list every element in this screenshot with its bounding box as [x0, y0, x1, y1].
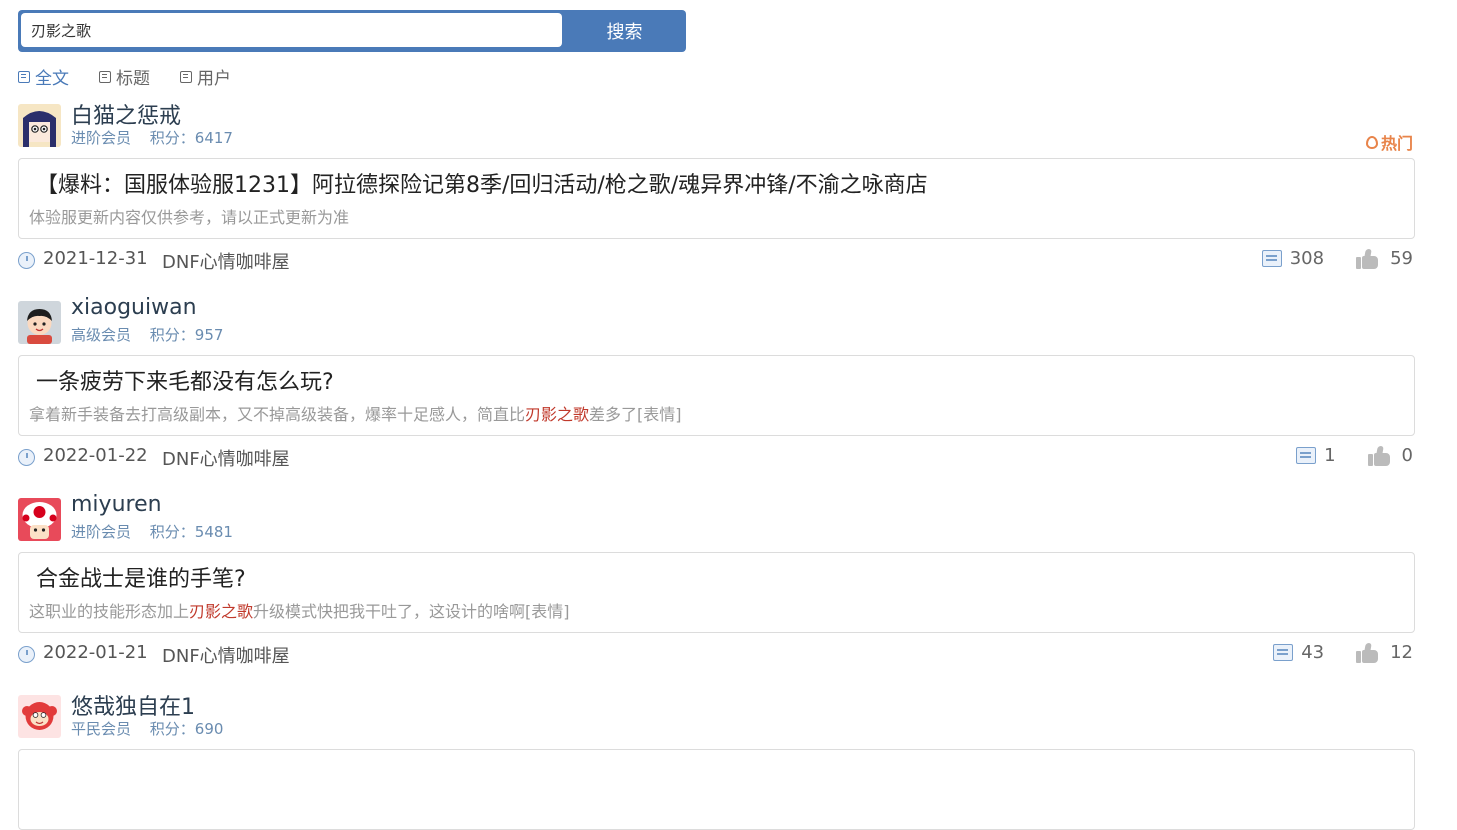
excerpt-text: 体验服更新内容仅供参考，请以正式更新为准	[29, 208, 350, 227]
thumbs-up-icon	[1356, 642, 1379, 663]
username[interactable]: xiaoguiwan	[71, 295, 197, 320]
post-stats: 43 12	[1241, 642, 1413, 663]
clock-icon	[18, 252, 35, 269]
user-meta: 平民会员 积分：690	[71, 718, 223, 739]
post-item: 悠哉独自在1 平民会员 积分：690	[18, 693, 1415, 830]
excerpt-text: 差多了[表情]	[589, 405, 682, 424]
comment-count[interactable]: 1	[1296, 445, 1336, 466]
post-author: 悠哉独自在1 平民会员 积分：690	[18, 693, 1415, 739]
clock-icon	[18, 449, 35, 466]
user-level: 进阶会员	[71, 523, 132, 541]
post-card[interactable]: 一条疲劳下来毛都没有怎么玩? 拿着新手装备去打高级副本，又不掉高级装备，爆率十足…	[18, 355, 1415, 436]
user-points: 积分：957	[149, 326, 224, 344]
post-author: 白猫之惩戒 进阶会员 积分：6417 热门	[18, 102, 1415, 153]
user-level: 进阶会员	[71, 129, 132, 147]
post-excerpt: 拿着新手装备去打高级副本，又不掉高级装备，爆率十足感人，简直比刃影之歌差多了[表…	[29, 401, 682, 425]
user-points: 积分：5481	[149, 523, 233, 541]
avatar[interactable]	[18, 695, 61, 738]
thumbs-up-icon	[1367, 445, 1390, 466]
user-meta: 进阶会员 积分：5481	[71, 521, 233, 542]
avatar[interactable]	[18, 104, 61, 147]
excerpt-highlight: 刃影之歌	[525, 405, 590, 424]
username[interactable]: 白猫之惩戒	[71, 98, 181, 130]
post-title[interactable]: 一条疲劳下来毛都没有怎么玩?	[36, 364, 334, 396]
hot-label: 热门	[1380, 134, 1413, 153]
comment-icon	[1296, 447, 1317, 464]
user-level: 平民会员	[71, 720, 132, 738]
excerpt-highlight: 刃影之歌	[189, 602, 254, 621]
avatar[interactable]	[18, 498, 61, 541]
like-number: 0	[1401, 445, 1413, 466]
fulltext-icon	[18, 70, 30, 83]
user-meta: 进阶会员 积分：6417	[71, 127, 233, 148]
like-count[interactable]: 0	[1367, 445, 1413, 466]
post-item: miyuren 进阶会员 积分：5481 合金战士是谁的手笔? 这职业的技能形态…	[18, 492, 1415, 677]
post-title[interactable]: 合金战士是谁的手笔?	[36, 561, 246, 593]
like-number: 59	[1390, 248, 1413, 269]
excerpt-text: 升级模式快把我干吐了，这设计的啥啊[表情]	[253, 602, 570, 621]
username[interactable]: 悠哉独自在1	[71, 689, 195, 721]
post-footer: 2022-01-22 DNF心情咖啡屋 1 0	[18, 436, 1415, 480]
post-date: 2022-01-22	[43, 445, 148, 466]
post-stats: 1 0	[1264, 445, 1413, 466]
post-excerpt: 这职业的技能形态加上刃影之歌升级模式快把我干吐了，这设计的啥啊[表情]	[29, 598, 570, 622]
post-card[interactable]: 合金战士是谁的手笔? 这职业的技能形态加上刃影之歌升级模式快把我干吐了，这设计的…	[18, 552, 1415, 633]
user-icon	[180, 70, 192, 83]
tab-label: 全文	[35, 69, 69, 89]
excerpt-text: 拿着新手装备去打高级副本，又不掉高级装备，爆率十足感人，简直比	[29, 405, 526, 424]
hot-badge: 热门	[1365, 130, 1413, 154]
post-date: 2022-01-21	[43, 642, 148, 663]
search-type-tabs: 全文 标题 用户	[18, 64, 261, 89]
comment-number: 308	[1289, 248, 1325, 269]
excerpt-text: 这职业的技能形态加上	[29, 602, 190, 621]
post-stats: 308 59	[1230, 248, 1413, 269]
post-author: miyuren 进阶会员 积分：5481	[18, 492, 1415, 542]
tab-label: 用户	[197, 69, 231, 89]
tab-user[interactable]: 用户	[180, 64, 231, 89]
search-button[interactable]: 搜索	[566, 13, 683, 49]
user-points: 积分：690	[149, 720, 224, 738]
post-title[interactable]: 【爆料：国服体验服1231】阿拉德探险记第8季/回归活动/枪之歌/魂异界冲锋/不…	[36, 167, 928, 199]
user-meta: 高级会员 积分：957	[71, 324, 223, 345]
tab-label: 标题	[116, 69, 150, 89]
forum-link[interactable]: DNF心情咖啡屋	[162, 445, 290, 471]
user-level: 高级会员	[71, 326, 132, 344]
flame-icon	[1365, 135, 1378, 149]
post-card[interactable]	[18, 749, 1415, 830]
list-icon	[99, 70, 111, 83]
comment-icon	[1273, 644, 1294, 661]
avatar[interactable]	[18, 301, 61, 344]
username[interactable]: miyuren	[71, 492, 162, 517]
post-footer: 2021-12-31 DNF心情咖啡屋 308 59	[18, 239, 1415, 283]
post-excerpt: 体验服更新内容仅供参考，请以正式更新为准	[29, 204, 349, 228]
forum-link[interactable]: DNF心情咖啡屋	[162, 248, 290, 274]
tab-title[interactable]: 标题	[99, 64, 150, 89]
post-date: 2021-12-31	[43, 248, 148, 269]
post-item: 白猫之惩戒 进阶会员 积分：6417 热门 【爆料：国服体验服1231】阿拉德探…	[18, 102, 1415, 283]
forum-link[interactable]: DNF心情咖啡屋	[162, 642, 290, 668]
search-input[interactable]	[21, 13, 562, 47]
search-bar: 搜索	[18, 10, 686, 52]
comment-number: 1	[1324, 445, 1336, 466]
comment-number: 43	[1301, 642, 1325, 663]
like-number: 12	[1390, 642, 1413, 663]
thumbs-up-icon	[1356, 248, 1379, 269]
like-count[interactable]: 59	[1356, 248, 1413, 269]
post-item: xiaoguiwan 高级会员 积分：957 一条疲劳下来毛都没有怎么玩? 拿着…	[18, 295, 1415, 480]
comment-count[interactable]: 308	[1261, 248, 1325, 269]
post-card[interactable]: 【爆料：国服体验服1231】阿拉德探险记第8季/回归活动/枪之歌/魂异界冲锋/不…	[18, 158, 1415, 239]
clock-icon	[18, 646, 35, 663]
tab-fulltext[interactable]: 全文	[18, 64, 69, 89]
post-footer: 2022-01-21 DNF心情咖啡屋 43 12	[18, 633, 1415, 677]
comment-icon	[1261, 250, 1282, 267]
user-points: 积分：6417	[149, 129, 233, 147]
like-count[interactable]: 12	[1356, 642, 1413, 663]
post-author: xiaoguiwan 高级会员 积分：957	[18, 295, 1415, 345]
comment-count[interactable]: 43	[1273, 642, 1324, 663]
